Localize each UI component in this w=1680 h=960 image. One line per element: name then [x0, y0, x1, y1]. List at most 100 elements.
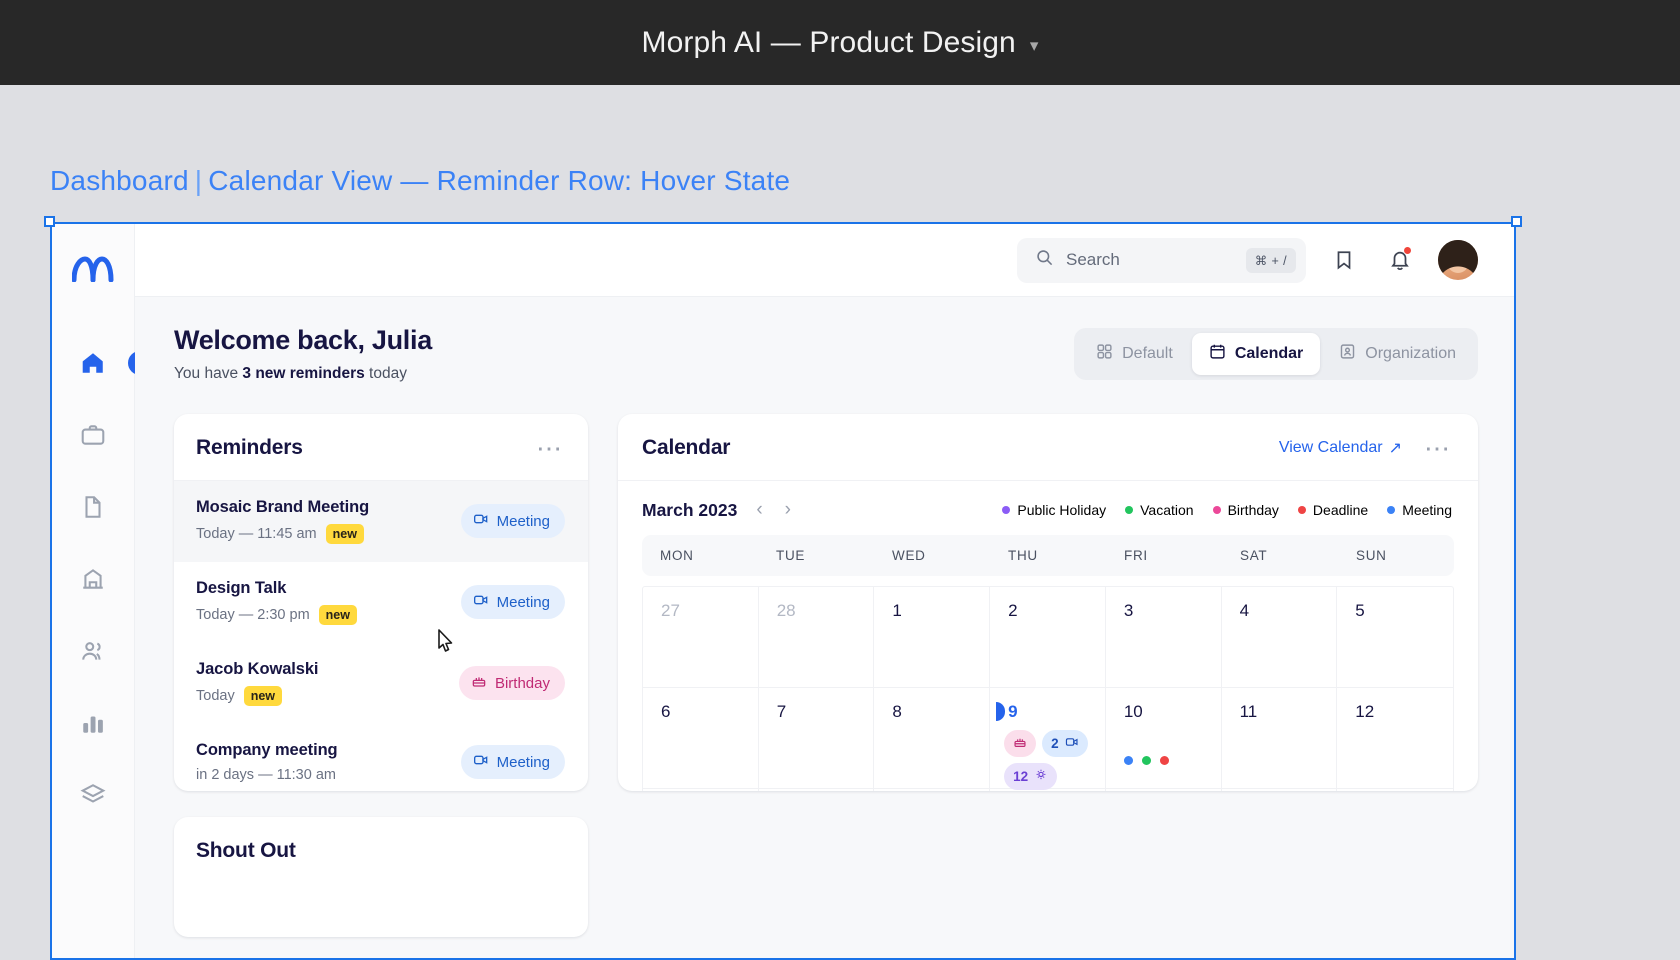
sidebar-item-company[interactable]: [70, 556, 116, 602]
calendar-day[interactable]: 2: [990, 587, 1106, 688]
shout-out-title: Shout Out: [196, 839, 296, 862]
page-title: Welcome back, Julia: [174, 325, 432, 355]
reminders-header: Reminders ⋯: [174, 414, 588, 480]
reminder-info: Design Talk Today — 2:30 pm new: [196, 579, 357, 625]
avatar[interactable]: [1438, 240, 1478, 280]
frame-label[interactable]: Dashboard | Calendar View — Reminder Row: …: [50, 165, 790, 197]
event-dot: [1141, 756, 1151, 765]
sidebar-nav: [52, 340, 134, 818]
reminder-type-chip[interactable]: Birthday: [458, 666, 565, 700]
event-chip-meeting[interactable]: 2: [1042, 730, 1088, 757]
day-number: 3: [1123, 601, 1134, 620]
calendar-day[interactable]: 8: [874, 688, 991, 789]
reminder-row[interactable]: Company meeting in 2 days — 11:30 am Mee…: [174, 724, 588, 791]
day-number: 2: [1008, 601, 1018, 620]
view-toggle-organization[interactable]: Organization: [1322, 333, 1473, 375]
reminder-row[interactable]: Design Talk Today — 2:30 pm new Meeting: [174, 562, 588, 643]
calendar-day[interactable]: 10: [1105, 688, 1222, 789]
day-number: 7: [776, 702, 787, 721]
main-content: Welcome back, Julia You have 3 new remin…: [135, 297, 1514, 958]
bookmark-icon[interactable]: [1326, 242, 1362, 278]
day-header-fri: FRI: [1124, 548, 1148, 563]
event-chip-birthday[interactable]: [1004, 730, 1037, 757]
day-number: 28: [776, 601, 796, 620]
day-header-tue: TUE: [776, 548, 806, 563]
view-toggle-calendar[interactable]: Calendar: [1191, 333, 1321, 375]
search-bar[interactable]: Search ⌘ + /: [1017, 237, 1306, 283]
view-toggle-default-label: Default: [1122, 345, 1173, 362]
chevron-down-icon[interactable]: ▾: [1030, 37, 1039, 54]
calendar-week: 27 28 1 2 3 4 5: [643, 587, 1453, 688]
view-toggle-default[interactable]: Default: [1079, 333, 1190, 375]
reminder-type-chip[interactable]: Meeting: [460, 745, 565, 779]
chevron-right-icon[interactable]: ›: [782, 499, 794, 521]
day-header-sat: SAT: [1240, 548, 1268, 563]
frame-label-primary: Dashboard: [50, 165, 189, 196]
more-horizontal-icon[interactable]: ⋯: [536, 435, 564, 461]
calendar-day[interactable]: 7: [758, 688, 875, 789]
arrow-up-right-icon: ↗: [1388, 440, 1402, 457]
legend-label: Deadline: [1312, 502, 1369, 518]
legend-item-birthday: Birthday: [1212, 502, 1279, 518]
sidebar-item-resources[interactable]: [70, 772, 116, 818]
event-chip-holiday[interactable]: 12: [1004, 763, 1058, 790]
calendar-day[interactable]: 4: [1221, 587, 1338, 688]
legend-dot: [1297, 506, 1306, 514]
reminder-type-chip[interactable]: Meeting: [460, 585, 565, 619]
calendar-day[interactable]: 15: [874, 789, 991, 791]
selection-handle-top-left[interactable]: [44, 216, 55, 227]
reminder-type-chip[interactable]: Meeting: [460, 504, 565, 538]
reminder-row[interactable]: Jacob Kowalski Today new Birthday: [174, 643, 588, 724]
day-dots: [1123, 756, 1221, 765]
reminder-title: Company meeting: [196, 741, 338, 759]
calendar-day[interactable]: 28: [758, 587, 875, 688]
legend-item-public-holiday: Public Holiday: [1002, 502, 1106, 518]
sidebar-item-reports[interactable]: [70, 700, 116, 746]
reminder-chip-label: Birthday: [494, 674, 550, 692]
window-title: Morph AI — Product Design: [641, 25, 1016, 59]
shout-out-header: Shout Out: [174, 817, 588, 883]
view-toggle-organization-label: Organization: [1365, 345, 1456, 362]
reminder-title: Design Talk: [196, 579, 287, 597]
calendar-day[interactable]: 11: [1221, 688, 1338, 789]
calendar-day[interactable]: 17: [1106, 789, 1222, 791]
day-number: 10: [1123, 702, 1143, 721]
selection-handle-top-right[interactable]: [1511, 216, 1522, 227]
sidebar-item-work[interactable]: [70, 412, 116, 458]
sidebar-item-documents[interactable]: [70, 484, 116, 530]
calendar-day[interactable]: 19: [1337, 789, 1453, 791]
sidebar-item-people[interactable]: [70, 628, 116, 674]
calendar-day[interactable]: 16: [990, 789, 1106, 791]
event-count: 2: [1051, 736, 1059, 751]
view-toggle: Default Calendar Organization: [1074, 328, 1478, 380]
calendar-day[interactable]: 1: [874, 587, 991, 688]
sidebar-item-home[interactable]: [70, 340, 116, 386]
window-title-group[interactable]: Morph AI — Product Design ▾: [642, 26, 1039, 60]
calendar-day[interactable]: 5: [1337, 587, 1453, 688]
reminder-info: Company meeting in 2 days — 11:30 am: [196, 741, 338, 783]
reminder-when: Today — 11:45 am: [196, 526, 317, 542]
view-calendar-link[interactable]: View Calendar ↗: [1279, 438, 1402, 458]
frame-label-separator: |: [194, 165, 203, 196]
month-label: March 2023: [642, 499, 738, 520]
day-number: 4: [1239, 601, 1250, 620]
calendar-day[interactable]: 6: [643, 688, 759, 789]
more-horizontal-icon[interactable]: ⋯: [1424, 435, 1452, 461]
bell-icon[interactable]: [1382, 242, 1418, 278]
search-input[interactable]: Search: [1066, 250, 1234, 270]
day-number: 6: [661, 702, 671, 721]
selected-frame: Search ⌘ + / Welcome back, Julia You hav…: [50, 222, 1516, 960]
calendar-day[interactable]: 3: [1105, 587, 1222, 688]
calendar-day[interactable]: 27: [643, 587, 759, 688]
calendar-day-today[interactable]: 9 2 12: [990, 688, 1106, 790]
reminder-row[interactable]: Mosaic Brand Meeting Today — 11:45 am ne…: [174, 481, 588, 562]
sun-icon: [1034, 768, 1048, 785]
morph-logo-icon[interactable]: [70, 246, 116, 292]
calendar-day[interactable]: 14: [759, 789, 875, 791]
calendar-day[interactable]: 12: [1337, 688, 1453, 789]
calendar-day[interactable]: 18: [1222, 789, 1338, 791]
chevron-left-icon[interactable]: ‹: [753, 499, 765, 521]
calendar-week: 13 14: [643, 789, 1453, 791]
reminder-meta: Today — 11:45 am new: [196, 524, 369, 544]
calendar-day[interactable]: 13: [643, 789, 759, 791]
